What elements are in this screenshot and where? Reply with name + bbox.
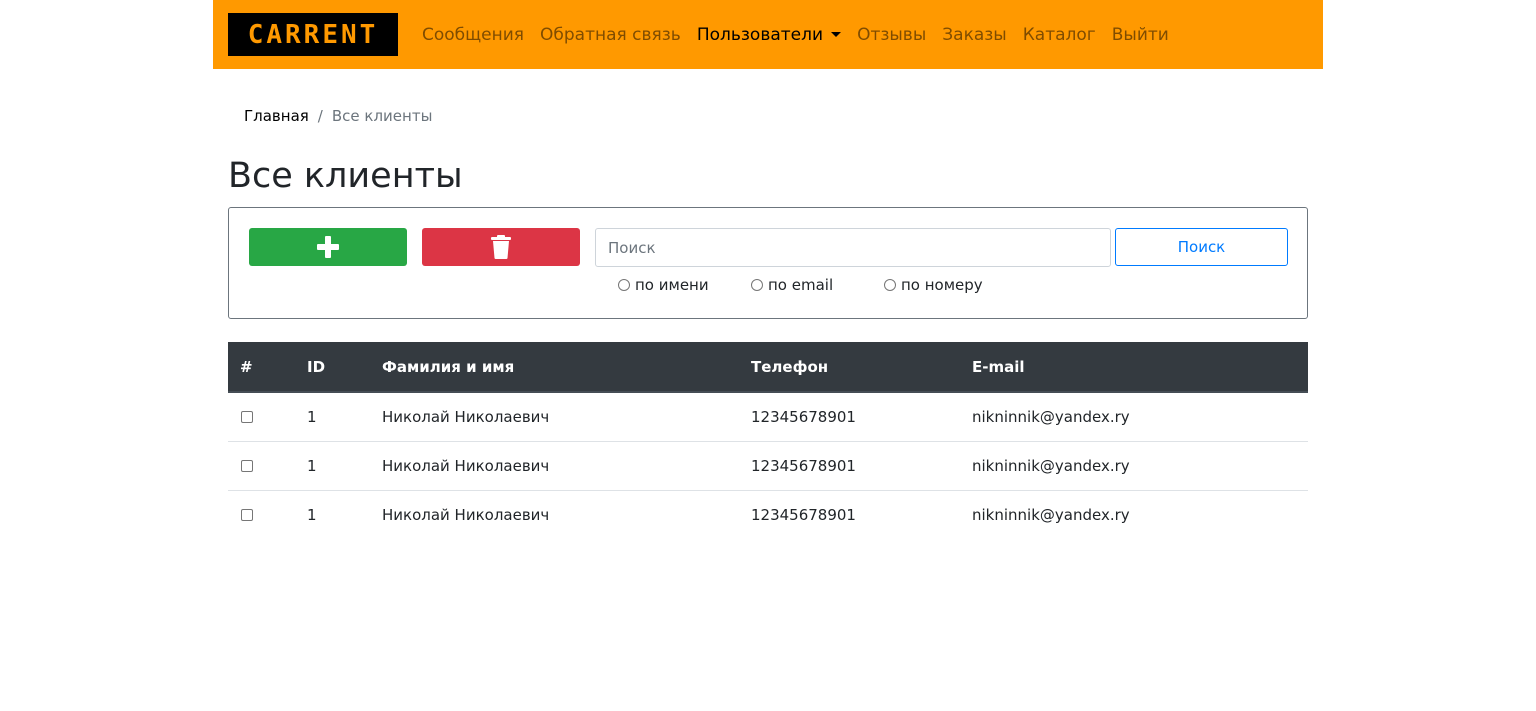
cell-id: 1 [295,392,370,442]
chevron-down-icon [831,32,842,37]
nav-link-feedback[interactable]: Обратная связь [532,25,689,45]
nav-link-reviews[interactable]: Отзывы [849,25,934,45]
search-by-email-label: по email [768,276,834,294]
search-input[interactable] [595,228,1111,267]
table-row[interactable]: 1 Николай Николаевич 12345678901 nikninn… [228,441,1308,491]
nav-links: Сообщения Обратная связь Пользователи От… [414,25,1177,45]
carrent-logo[interactable]: CARRENT [228,13,398,56]
top-navbar: CARRENT Сообщения Обратная связь Пользов… [213,0,1323,69]
search-by-phone-option[interactable]: по номеру [884,276,983,294]
cell-email: nikninnik@yandex.ry [972,505,1130,524]
search-by-email-option[interactable]: по email [751,276,833,294]
cell-email: nikninnik@yandex.ry [960,441,1308,491]
nav-link-users-label: Пользователи [696,24,824,45]
delete-client-button[interactable] [422,228,580,266]
column-header-select: # [228,342,295,393]
row-checkbox[interactable] [241,509,253,522]
nav-link-catalog[interactable]: Каталог [1015,25,1104,45]
column-header-id[interactable]: ID [295,342,370,393]
cell-email: nikninnik@yandex.ry [960,392,1308,442]
plus-icon [317,236,339,258]
search-by-name-option[interactable]: по имени [618,276,709,294]
search-button[interactable]: Поиск [1115,228,1288,266]
search-by-name-radio[interactable] [618,279,630,291]
cell-id: 1 [307,505,317,524]
search-by-phone-label: по номеру [901,276,983,294]
cell-id: 1 [295,441,370,491]
row-checkbox[interactable] [241,411,253,424]
column-header-email[interactable]: E-mail [960,342,1308,393]
add-client-button[interactable] [249,228,407,266]
row-checkbox[interactable] [241,460,253,472]
nav-link-messages[interactable]: Сообщения [414,25,532,45]
cell-phone: 12345678901 [751,505,856,524]
nav-link-users-dropdown[interactable]: Пользователи [689,25,849,45]
table-header-row: # ID Фамилия и имя Телефон E-mail [228,342,1308,393]
table-row[interactable]: 1 Николай Николаевич 12345678901 nikninn… [228,392,1308,442]
breadcrumb-home-link[interactable]: Главная [244,107,309,125]
search-by-name-label: по имени [635,276,709,294]
search-by-phone-radio[interactable] [884,279,896,291]
cell-name: Николай Николаевич [382,505,550,524]
search-by-email-radio[interactable] [751,279,763,291]
row-checkbox-cell [228,441,295,491]
breadcrumb-current: Все клиенты [331,107,433,125]
trash-icon [491,235,511,259]
row-checkbox-cell [228,392,295,442]
cell-name: Николай Николаевич [370,392,739,442]
clients-table: # ID Фамилия и имя Телефон E-mail 1 Нико… [228,342,1308,539]
nav-link-orders[interactable]: Заказы [934,25,1014,45]
toolbar-panel: Поиск по имени по email по номеру [228,207,1308,319]
column-header-phone[interactable]: Телефон [739,342,960,393]
breadcrumb: Главная / Все клиенты [244,107,432,125]
cell-phone: 12345678901 [739,441,960,491]
cell-phone: 12345678901 [739,392,960,442]
nav-link-logout[interactable]: Выйти [1104,25,1177,45]
column-header-name[interactable]: Фамилия и имя [370,342,739,393]
breadcrumb-separator: / [317,107,323,125]
cell-name: Николай Николаевич [370,441,739,491]
row-checkbox-cell [228,490,295,539]
page-title: Все клиенты [228,156,463,196]
table-row[interactable]: 1 Николай Николаевич 12345678901 nikninn… [228,490,1308,539]
